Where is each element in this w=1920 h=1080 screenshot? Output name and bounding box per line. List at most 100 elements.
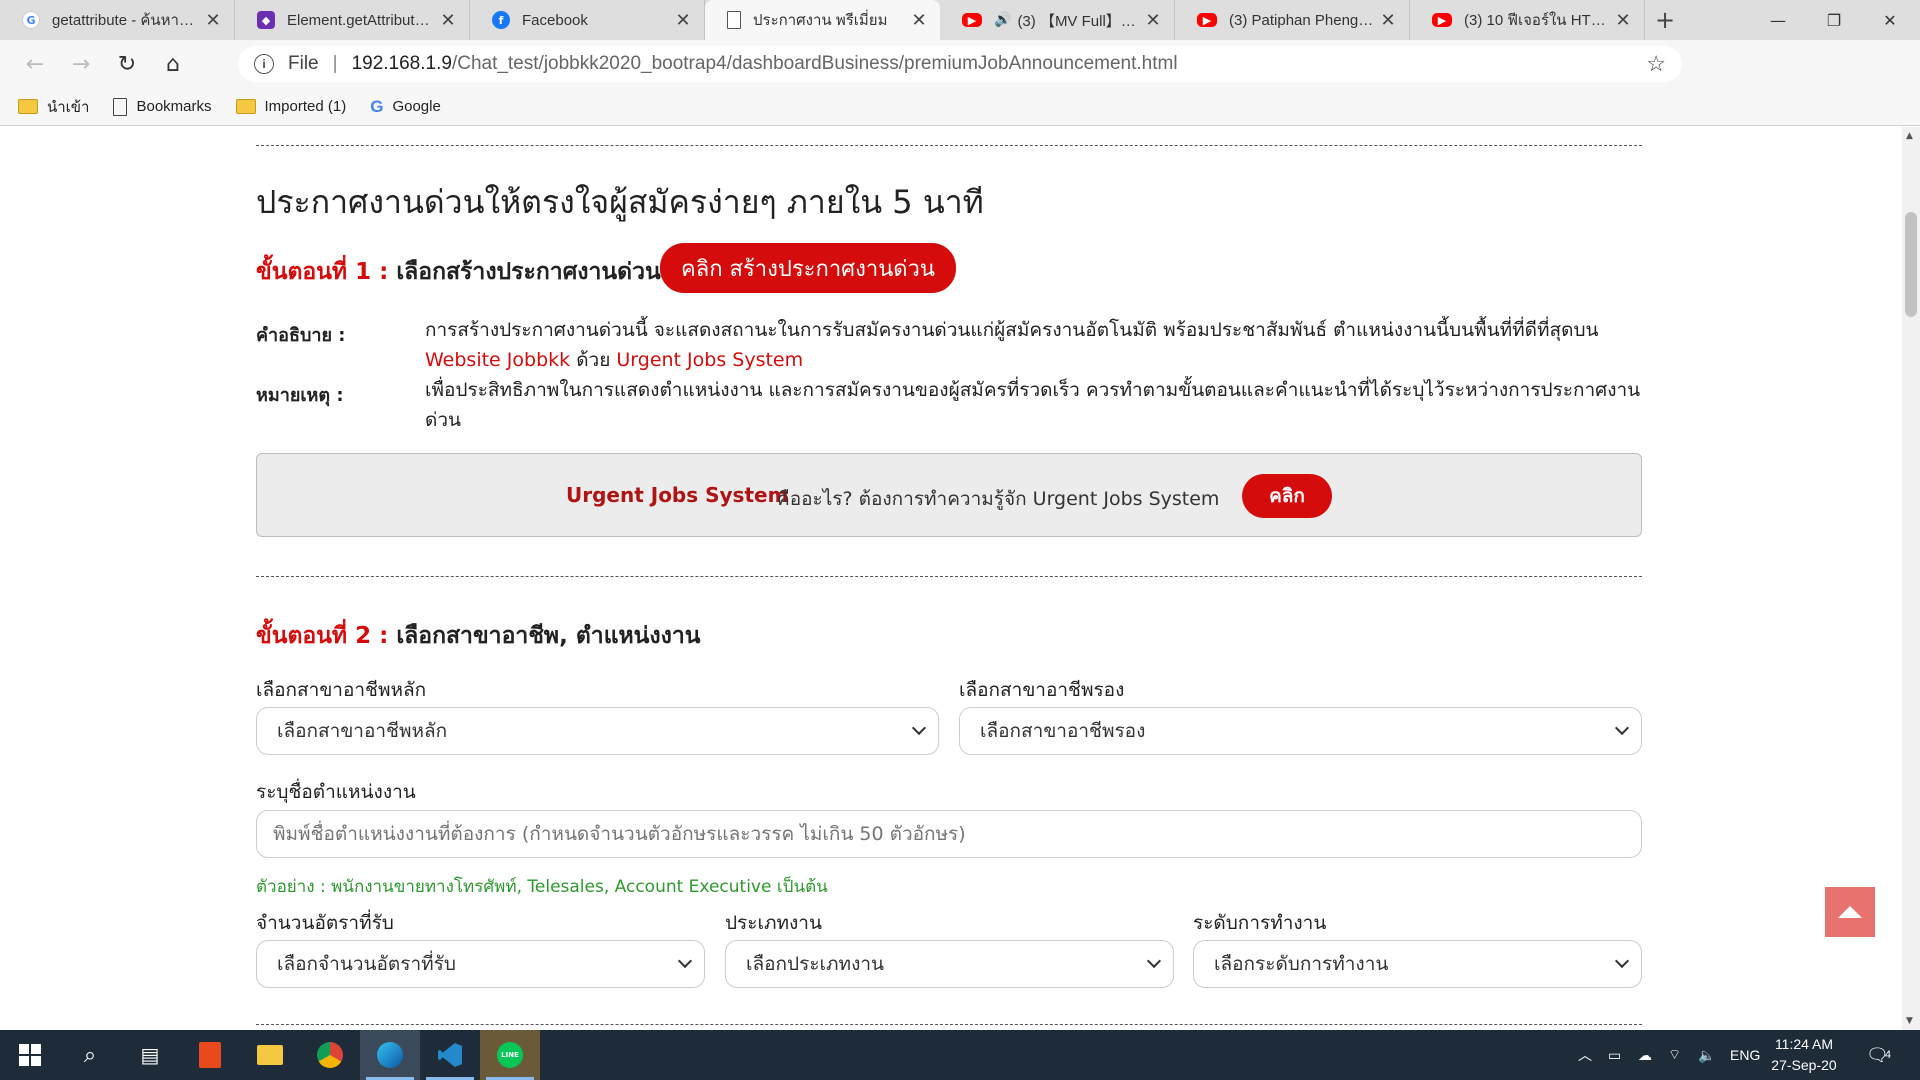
tab-title: ประกาศงาน พรีเมี่ยม (753, 12, 888, 29)
forward-button[interactable]: → (58, 44, 104, 84)
create-urgent-job-button[interactable]: คลิก สร้างประกาศงานด่วน (660, 243, 956, 293)
job-level-select[interactable]: เลือกระดับการทำงาน (1193, 940, 1642, 988)
sub-category-label: เลือกสาขาอาชีพรอง (959, 679, 1125, 701)
tab-title: (3) Patiphan Phengpao (1229, 11, 1377, 29)
scroll-down-icon[interactable]: ▼ (1906, 1016, 1913, 1026)
chrome-icon[interactable] (300, 1030, 360, 1080)
description-label: คำอธิบาย : (256, 325, 346, 346)
bookmark-item[interactable]: G Google (370, 97, 441, 117)
close-tab-icon[interactable]: ✕ (1142, 10, 1164, 31)
bookmark-item[interactable]: Bookmarks (113, 97, 212, 116)
folder-icon (18, 99, 38, 114)
file-explorer-icon[interactable] (240, 1030, 300, 1080)
step2-prefix: ขั้นตอนที่ 2 : (256, 623, 389, 649)
edge-icon[interactable] (360, 1030, 420, 1080)
youtube-icon: ▶ (1197, 13, 1217, 27)
youtube-icon: ▶ (1432, 13, 1452, 27)
back-to-top-button[interactable] (1825, 887, 1875, 937)
headcount-select[interactable]: เลือกจำนวนอัตราที่รับ (256, 940, 705, 988)
jobbkk-link[interactable]: Website Jobbkk (425, 349, 570, 371)
urgent-jobs-brand: Urgent Jobs System (566, 483, 789, 507)
job-level-value: เลือกระดับการทำงาน (1214, 953, 1389, 975)
clock[interactable]: 11:24 AM 27-Sep-20 (1768, 1034, 1840, 1076)
element-icon: ◆ (257, 11, 275, 29)
restore-button[interactable]: ❐ (1806, 0, 1862, 40)
description-body: การสร้างประกาศงานด่วนนี้ จะแสดงสถานะในกา… (425, 319, 1599, 341)
task-view-icon[interactable]: ▤ (120, 1030, 180, 1080)
browser-tab[interactable]: ▶ (3) Patiphan Phengpao ✕ (1175, 0, 1410, 40)
headcount-label: จำนวนอัตราที่รับ (256, 912, 394, 934)
note-label: หมายเหตุ : (256, 385, 344, 406)
browser-tab-active[interactable]: ประกาศงาน พรีเมี่ยม ✕ (705, 0, 940, 40)
bookmarks-bar: นำเข้า Bookmarks Imported (1) G Google (0, 88, 1920, 126)
notification-count: 4 (1884, 1049, 1891, 1061)
position-input[interactable] (256, 810, 1642, 858)
refresh-button[interactable]: ↻ (104, 44, 150, 84)
google-icon: G (370, 96, 384, 116)
browser-tab[interactable]: G getattribute - ค้นหาด้วย Google ✕ (0, 0, 235, 40)
address-bar[interactable]: i File | 192.168.1.9 /Chat_test/jobbkk20… (238, 46, 1682, 82)
close-tab-icon[interactable]: ✕ (202, 10, 224, 31)
chevron-down-icon (911, 720, 927, 736)
position-label: ระบุชื่อตำแหน่งงาน (256, 781, 416, 803)
learn-more-button[interactable]: คลิก (1242, 474, 1332, 518)
start-button[interactable] (0, 1030, 60, 1080)
scrollbar[interactable]: ▲ ▼ (1902, 127, 1920, 1030)
facebook-icon: f (492, 11, 510, 29)
step1-heading: ขั้นตอนที่ 1 : เลือกสร้างประกาศงานด่วน (256, 254, 661, 290)
browser-tab[interactable]: ▶ (3) 10 ฟีเจอร์ใน HTML สุดยอด ✕ (1410, 0, 1645, 40)
urgent-jobs-link[interactable]: Urgent Jobs System (616, 349, 803, 371)
search-icon[interactable]: ⌕ (60, 1030, 120, 1080)
volume-icon[interactable]: 🔈 (1698, 1030, 1715, 1080)
url-path: /Chat_test/jobbkk2020_bootrap4/dashboard… (451, 53, 1178, 74)
sub-category-select[interactable]: เลือกสาขาอาชีพรอง (959, 707, 1642, 755)
page-icon (727, 11, 741, 29)
job-type-select[interactable]: เลือกประเภทงาน (725, 940, 1174, 988)
battery-icon[interactable]: ▭ (1608, 1030, 1621, 1080)
step2-heading: ขั้นตอนที่ 2 : เลือกสาขาอาชีพ, ตำแหน่งงา… (256, 618, 701, 654)
close-tab-icon[interactable]: ✕ (908, 10, 930, 31)
scrollbar-thumb[interactable] (1905, 212, 1917, 317)
main-category-value: เลือกสาขาอาชีพหลัก (277, 720, 448, 742)
urgent-jobs-question: คืออะไร? ต้องการทำความรู้จัก Urgent Jobs… (777, 488, 1220, 510)
chevron-down-icon (677, 953, 693, 969)
browser-tab[interactable]: ◆ Element.getAttribute() - Web APIs ✕ (235, 0, 470, 40)
bookmark-item[interactable]: Imported (1) (235, 98, 347, 115)
show-hidden-icons[interactable]: ︿ (1578, 1030, 1592, 1080)
close-tab-icon[interactable]: ✕ (672, 10, 694, 31)
star-icon[interactable]: ☆ (1646, 51, 1666, 77)
line-icon[interactable]: LINE (480, 1030, 540, 1080)
close-window-button[interactable]: ✕ (1862, 0, 1918, 40)
close-tab-icon[interactable]: ✕ (1377, 10, 1399, 31)
scroll-up-icon[interactable]: ▲ (1906, 131, 1913, 141)
minimize-button[interactable]: — (1750, 0, 1806, 40)
language-indicator[interactable]: ENG (1730, 1030, 1760, 1080)
main-category-label: เลือกสาขาอาชีพหลัก (256, 679, 427, 701)
scheme-label: File (288, 53, 319, 74)
back-button[interactable]: ← (12, 44, 58, 84)
close-tab-icon[interactable]: ✕ (437, 10, 459, 31)
new-tab-button[interactable]: + (1645, 0, 1685, 40)
info-icon[interactable]: i (254, 54, 274, 74)
bookmark-item[interactable]: นำเข้า (18, 95, 89, 119)
close-tab-icon[interactable]: ✕ (1612, 10, 1634, 31)
notification-icon[interactable]: 🗨 4 (1866, 1030, 1891, 1080)
tab-strip: G getattribute - ค้นหาด้วย Google ✕ ◆ El… (0, 0, 1920, 40)
browser-tab[interactable]: ▶ 🔊 (3) 【MV Full】Koisuru ✕ (940, 0, 1175, 40)
browser-tab[interactable]: f Facebook ✕ (470, 0, 705, 40)
vscode-icon[interactable] (420, 1030, 480, 1080)
onedrive-icon[interactable]: ☁ (1638, 1030, 1652, 1080)
position-example: ตัวอย่าง : พนักงานขายทางโทรศัพท์, Telesa… (256, 877, 828, 897)
page-content: ประกาศงานด่วนให้ตรงใจผู้สมัครง่ายๆ ภายใน… (0, 127, 1902, 1030)
speaker-icon[interactable]: 🔊 (994, 12, 1011, 28)
bookmark-label: นำเข้า (47, 98, 90, 116)
home-button[interactable]: ⌂ (150, 44, 196, 84)
main-category-select[interactable]: เลือกสาขาอาชีพหลัก (256, 707, 939, 755)
description-text: การสร้างประกาศงานด่วนนี้ จะแสดงสถานะในกา… (425, 315, 1645, 375)
wifi-icon[interactable]: ⌔ (1668, 1030, 1681, 1080)
page-title: ประกาศงานด่วนให้ตรงใจผู้สมัครง่ายๆ ภายใน… (256, 183, 984, 221)
bookmark-label: Imported (1) (264, 98, 347, 115)
office-icon[interactable] (180, 1030, 240, 1080)
url-host: 192.168.1.9 (351, 53, 452, 74)
step2-title: เลือกสาขาอาชีพ, ตำแหน่งงาน (396, 623, 701, 649)
